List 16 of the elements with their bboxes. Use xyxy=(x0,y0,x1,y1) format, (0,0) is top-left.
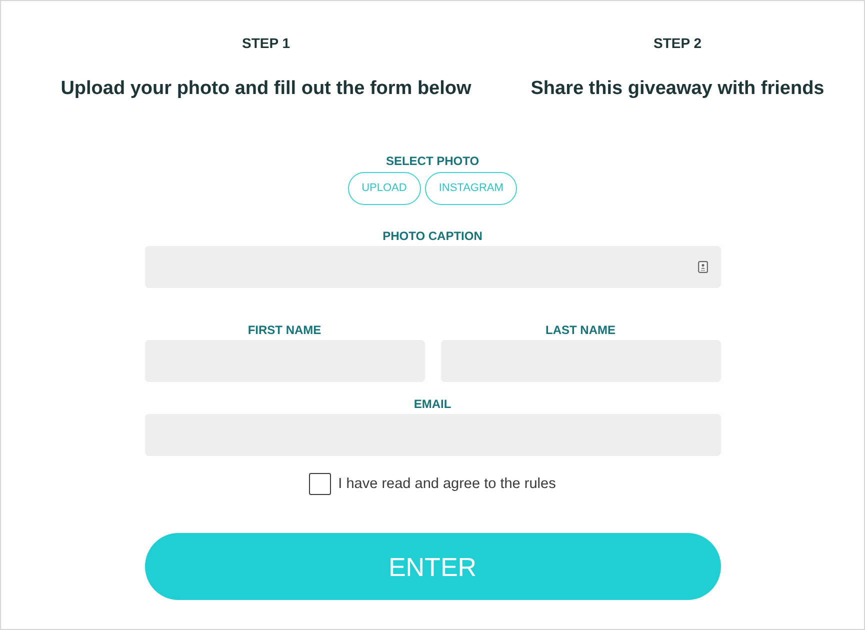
step-label: STEP 1 xyxy=(242,35,290,52)
step-title: Share this giveaway with friends xyxy=(530,78,824,100)
submit-button[interactable]: ENTER xyxy=(144,533,720,600)
photo-source-button[interactable]: INSTAGRAM xyxy=(424,172,518,205)
field-label: LAST NAME xyxy=(546,323,616,337)
contact-card-icon[interactable] xyxy=(698,261,708,273)
text-input-field[interactable] xyxy=(144,246,720,288)
select-photo-label: SELECT PHOTO xyxy=(386,154,480,168)
field-label: PHOTO CAPTION xyxy=(382,229,482,243)
agree-checkbox[interactable] xyxy=(309,473,332,495)
step-title: Upload your photo and fill out the form below xyxy=(60,78,472,100)
agree-label: I have read and agree to the rules xyxy=(338,475,556,493)
photo-source-button[interactable]: UPLOAD xyxy=(348,172,421,205)
field-label: EMAIL xyxy=(414,397,452,411)
field-label: FIRST NAME xyxy=(248,323,322,337)
step-label: STEP 2 xyxy=(654,35,702,52)
